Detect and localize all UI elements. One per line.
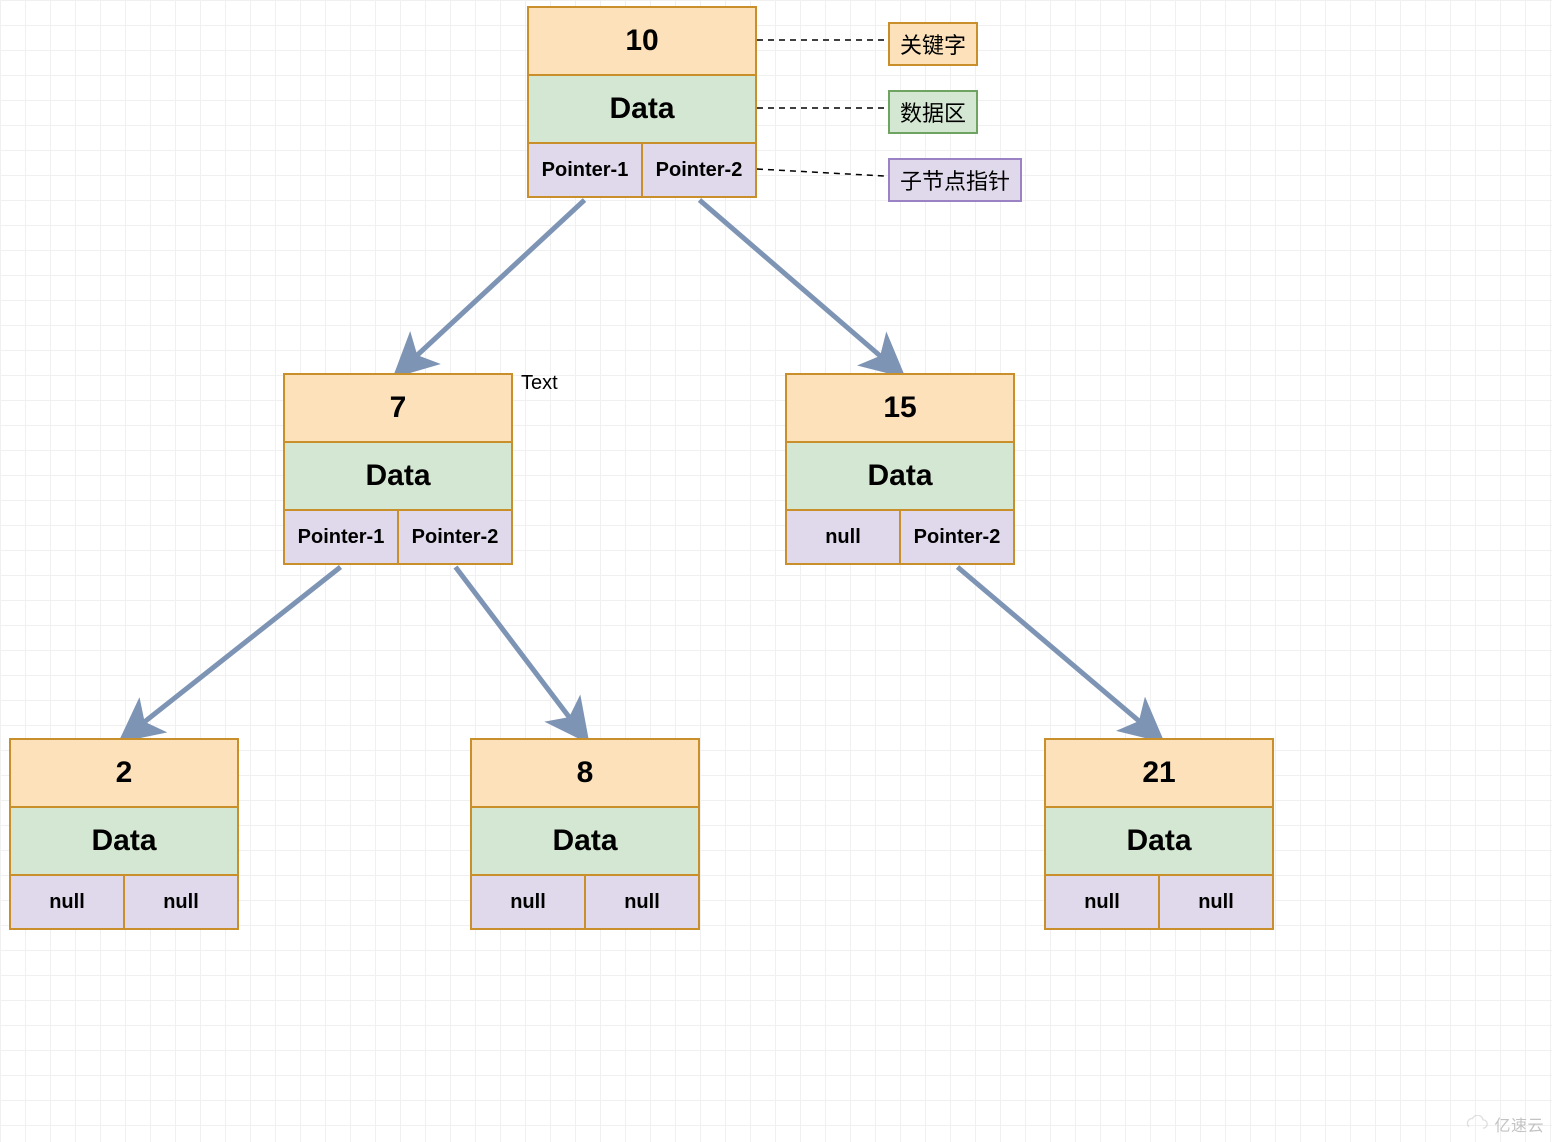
node-key: 2 — [11, 740, 237, 808]
node-pointers: Pointer-1 Pointer-2 — [529, 144, 755, 196]
node-pointer-2: Pointer-2 — [641, 144, 755, 196]
node-pointers: null null — [1046, 876, 1272, 928]
node-data: Data — [11, 808, 237, 876]
node-pointer-2: null — [123, 876, 237, 928]
edge-arrow — [398, 200, 585, 373]
edge-arrow — [124, 567, 341, 738]
node-pointer-1: null — [1046, 876, 1158, 928]
watermark: 亿速云 — [1462, 1112, 1544, 1136]
tree-node-right: 15 Data null Pointer-2 — [785, 373, 1015, 565]
node-pointers: null Pointer-2 — [787, 511, 1013, 563]
node-pointer-1: null — [11, 876, 123, 928]
node-key: 10 — [529, 8, 755, 76]
tree-node-leaf-2: 2 Data null null — [9, 738, 239, 930]
tree-node-leaf-21: 21 Data null null — [1044, 738, 1274, 930]
node-key: 15 — [787, 375, 1013, 443]
legend-pointer-label: 子节点指针 — [888, 158, 1022, 202]
node-data: Data — [787, 443, 1013, 511]
edge-arrow — [456, 567, 586, 738]
tree-node-root: 10 Data Pointer-1 Pointer-2 — [527, 6, 757, 198]
watermark-text: 亿速云 — [1494, 1112, 1544, 1136]
node-pointers: null null — [472, 876, 698, 928]
tree-node-leaf-8: 8 Data null null — [470, 738, 700, 930]
node-data: Data — [472, 808, 698, 876]
node-pointer-2: Pointer-2 — [899, 511, 1013, 563]
edge-arrow — [700, 200, 901, 373]
diagram-canvas — [0, 0, 1552, 1142]
node-pointer-1: null — [472, 876, 584, 928]
node-data: Data — [529, 76, 755, 144]
node-key: 21 — [1046, 740, 1272, 808]
legend-connector — [757, 169, 884, 176]
node-pointers: Pointer-1 Pointer-2 — [285, 511, 511, 563]
node-pointer-1: Pointer-1 — [285, 511, 397, 563]
cloud-icon — [1462, 1115, 1490, 1133]
legend-key-label: 关键字 — [888, 22, 978, 66]
node-pointer-1: Pointer-1 — [529, 144, 641, 196]
node-pointers: null null — [11, 876, 237, 928]
free-text-annotation: Text — [521, 372, 558, 395]
node-pointer-2: Pointer-2 — [397, 511, 511, 563]
edge-arrow — [958, 567, 1160, 738]
node-pointer-1: null — [787, 511, 899, 563]
node-data: Data — [1046, 808, 1272, 876]
node-key: 7 — [285, 375, 511, 443]
legend-data-label: 数据区 — [888, 90, 978, 134]
node-pointer-2: null — [1158, 876, 1272, 928]
node-key: 8 — [472, 740, 698, 808]
node-data: Data — [285, 443, 511, 511]
node-pointer-2: null — [584, 876, 698, 928]
tree-node-left: 7 Data Pointer-1 Pointer-2 — [283, 373, 513, 565]
